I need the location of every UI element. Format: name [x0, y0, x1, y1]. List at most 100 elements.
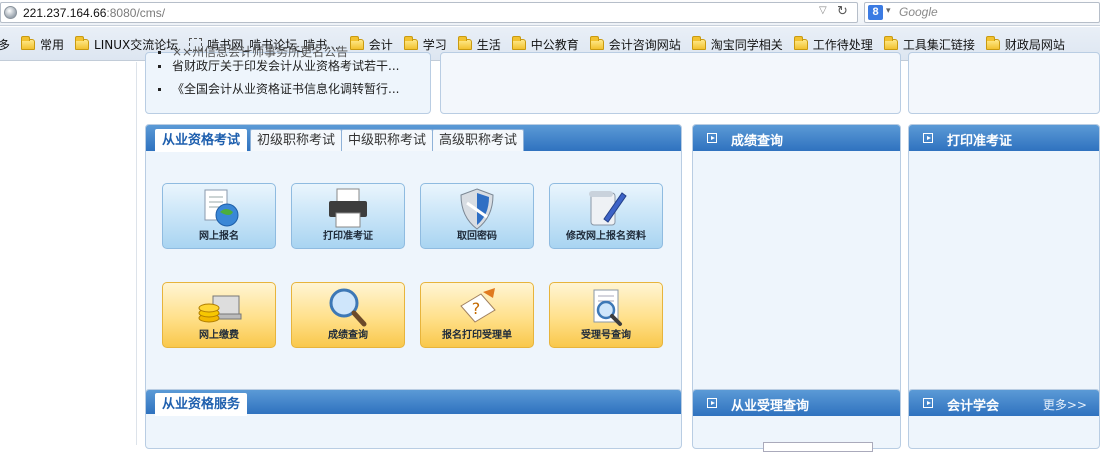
tile-label: 成绩查询 — [328, 330, 368, 341]
panel-title[interactable]: 从业受理查询 — [731, 395, 809, 414]
search-placeholder[interactable]: Google — [899, 5, 938, 19]
tile-label: 报名打印受理单 — [442, 330, 512, 341]
accounting-society-panel: 会计学会 更多>> — [908, 389, 1100, 449]
search-engine-dropdown-icon[interactable]: ▾ — [886, 6, 891, 16]
bookmark-label: 常用 — [40, 38, 65, 52]
bookmark-label: 生活 — [476, 38, 501, 52]
folder-icon — [883, 36, 898, 50]
arrow-box-icon — [707, 398, 717, 408]
news-panel: ××州信息会计师事务所更名公告 省财政厅关于印发会计从业资格考试若干... 《全… — [145, 45, 431, 114]
bookmark-item[interactable]: 工具集汇链接 — [883, 36, 975, 53]
folder-icon — [793, 36, 808, 50]
tab-qualification-exam[interactable]: 从业资格考试 — [155, 129, 248, 152]
url-dropdown-icon[interactable]: ▽ — [819, 5, 827, 16]
bookmark-label: 工作待处理 — [812, 38, 873, 52]
online-payment-button[interactable]: 网上缴费 — [162, 282, 276, 348]
folder-icon — [75, 36, 90, 50]
tile-label: 网上报名 — [199, 231, 239, 242]
bookmark-item[interactable]: 工作待处理 — [793, 36, 873, 53]
bookmark-item[interactable]: 常用 — [21, 36, 64, 53]
folder-icon — [403, 36, 418, 50]
news-item[interactable]: 《全国会计从业资格证书信息化调转暂行... — [156, 78, 399, 101]
address-toolbar: 221.237.164.66:8080/cms/ ▽ ↻ 8 ▾ Google — [0, 0, 1100, 26]
online-registration-button[interactable]: 网上报名 — [162, 183, 276, 249]
bookmark-item[interactable]: 会计咨询网站 — [589, 36, 681, 53]
bookmark-item[interactable]: 最多 — [0, 36, 10, 53]
retrieve-password-button[interactable]: 取回密码 — [420, 183, 534, 249]
acceptance-query-input[interactable] — [763, 442, 873, 452]
folder-icon — [349, 36, 364, 50]
bookmark-label: 会计 — [368, 38, 393, 52]
bookmark-label: 会计咨询网站 — [608, 38, 681, 52]
tab-qualification-service[interactable]: 从业资格服务 — [155, 393, 248, 416]
google-icon[interactable]: 8 — [868, 5, 883, 20]
tile-label: 打印准考证 — [323, 231, 373, 242]
arrow-box-icon — [707, 133, 717, 143]
globe-icon — [4, 6, 17, 19]
bookmark-label: 淘宝同学相关 — [710, 38, 783, 52]
panel-title[interactable]: 成绩查询 — [731, 130, 783, 149]
tile-label: 取回密码 — [457, 231, 497, 242]
bookmark-label: 财政局网站 — [1004, 38, 1065, 52]
arrow-box-icon — [923, 133, 933, 143]
coins-laptop-icon — [198, 295, 242, 323]
tile-label: 受理号查询 — [581, 330, 631, 341]
bookmark-item[interactable]: 淘宝同学相关 — [691, 36, 783, 53]
bookmark-item[interactable]: 中公教育 — [511, 36, 579, 53]
bookmark-item[interactable]: 财政局网站 — [985, 36, 1065, 53]
acceptance-number-query-button[interactable]: 受理号查询 — [549, 282, 663, 348]
print-admission-ticket-button[interactable]: 打印准考证 — [291, 183, 405, 249]
acceptance-query-header: 从业受理查询 — [693, 390, 900, 416]
edit-registration-info-button[interactable]: 修改网上报名资料 — [549, 183, 663, 249]
help-document-icon: ? — [460, 288, 496, 323]
top-middle-panel — [440, 52, 901, 114]
search-box[interactable]: 8 ▾ Google — [864, 2, 1100, 23]
panel-title[interactable]: 会计学会 — [947, 395, 999, 414]
tab-senior-title-exam[interactable]: 高级职称考试 — [432, 129, 525, 151]
page-content: ××州信息会计师事务所更名公告 省财政厅关于印发会计从业资格考试若干... 《全… — [0, 45, 1100, 452]
folder-icon — [589, 36, 604, 50]
news-list: ××州信息会计师事务所更名公告 省财政厅关于印发会计从业资格考试若干... 《全… — [156, 45, 399, 101]
bookmark-label: 中公教育 — [530, 38, 579, 52]
bookmark-item[interactable]: 学习 — [403, 36, 447, 53]
accounting-society-header: 会计学会 更多>> — [909, 390, 1099, 416]
news-item[interactable]: 省财政厅关于印发会计从业资格考试若干... — [156, 55, 399, 78]
print-acceptance-form-button[interactable]: ? 报名打印受理单 — [420, 282, 534, 348]
bookmark-label: 最多 — [0, 38, 11, 52]
service-tab-bar: 从业资格服务 — [146, 390, 681, 416]
arrow-box-icon — [923, 398, 933, 408]
edit-document-icon — [589, 191, 627, 226]
document-search-icon — [593, 289, 622, 326]
folder-icon — [457, 36, 472, 50]
score-query-header: 成绩查询 — [693, 125, 900, 151]
tab-intermediate-title-exam[interactable]: 中级职称考试 — [341, 129, 434, 151]
magnifier-icon — [329, 288, 367, 327]
more-link[interactable]: 更多>> — [1043, 396, 1087, 413]
bookmark-item[interactable]: 会计 — [349, 36, 393, 53]
folder-icon — [511, 36, 526, 50]
acceptance-query-panel: 从业受理查询 — [692, 389, 901, 452]
left-divider — [136, 62, 137, 445]
printer-icon — [329, 188, 367, 228]
print-ticket-header: 打印准考证 — [909, 125, 1099, 151]
url-text[interactable]: 221.237.164.66:8080/cms/ — [23, 6, 165, 20]
reload-icon[interactable]: ↻ — [837, 4, 848, 19]
score-query-button[interactable]: 成绩查询 — [291, 282, 405, 348]
shield-icon — [460, 188, 494, 230]
panel-title[interactable]: 打印准考证 — [947, 130, 1012, 149]
folder-icon — [691, 36, 706, 50]
online-registration-icon — [204, 189, 239, 227]
folder-icon — [21, 36, 36, 50]
exam-tab-bar: 从业资格考试 初级职称考试 中级职称考试 高级职称考试 — [146, 125, 681, 152]
qualification-service-panel: 从业资格服务 — [145, 389, 682, 449]
bookmark-label: 工具集汇链接 — [902, 38, 975, 52]
svg-text:?: ? — [472, 299, 481, 318]
bookmark-label: 学习 — [422, 38, 447, 52]
folder-icon — [985, 36, 1000, 50]
address-bar[interactable]: 221.237.164.66:8080/cms/ ▽ ↻ — [0, 2, 858, 23]
top-right-panel — [908, 52, 1100, 114]
tile-label: 网上缴费 — [199, 330, 239, 341]
tab-junior-title-exam[interactable]: 初级职称考试 — [250, 129, 343, 151]
bookmark-item[interactable]: 生活 — [457, 36, 501, 53]
tile-label: 修改网上报名资料 — [566, 231, 646, 242]
